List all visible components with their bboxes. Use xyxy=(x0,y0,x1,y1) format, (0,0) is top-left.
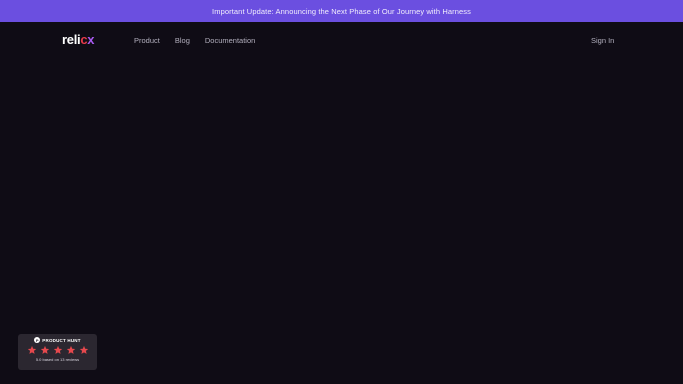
product-hunt-title: PRODUCT HUNT xyxy=(42,337,81,343)
product-hunt-badge[interactable]: P PRODUCT HUNT 5.0 based on 13 reviews xyxy=(18,334,97,370)
announcement-banner[interactable]: Important Update: Announcing the Next Ph… xyxy=(0,0,683,22)
rating-stars xyxy=(27,345,89,355)
star-icon xyxy=(27,345,36,354)
star-icon xyxy=(53,345,62,354)
nav-link-documentation[interactable]: Documentation xyxy=(205,36,255,45)
top-navigation: reli c x Product Blog Documentation Sign I… xyxy=(0,22,683,60)
announcement-text: Important Update: Announcing the Next Ph… xyxy=(212,6,471,16)
star-icon xyxy=(79,345,88,354)
logo-text-part2: c xyxy=(80,32,88,47)
star-icon xyxy=(40,345,49,354)
nav-links: Product Blog Documentation xyxy=(134,36,255,45)
rating-score-text: 5.0 based on 13 reviews xyxy=(35,357,80,362)
nav-link-product[interactable]: Product xyxy=(134,36,160,45)
star-icon xyxy=(66,345,75,354)
logo-text-part3: x xyxy=(87,32,95,47)
relicx-logo[interactable]: reli c x xyxy=(62,32,95,47)
sign-in-link[interactable]: Sign In xyxy=(591,36,614,45)
logo-text-part1: reli xyxy=(62,32,81,47)
product-hunt-icon: P xyxy=(34,337,41,343)
product-hunt-header: P PRODUCT HUNT xyxy=(34,337,81,343)
nav-link-blog[interactable]: Blog xyxy=(175,36,190,45)
